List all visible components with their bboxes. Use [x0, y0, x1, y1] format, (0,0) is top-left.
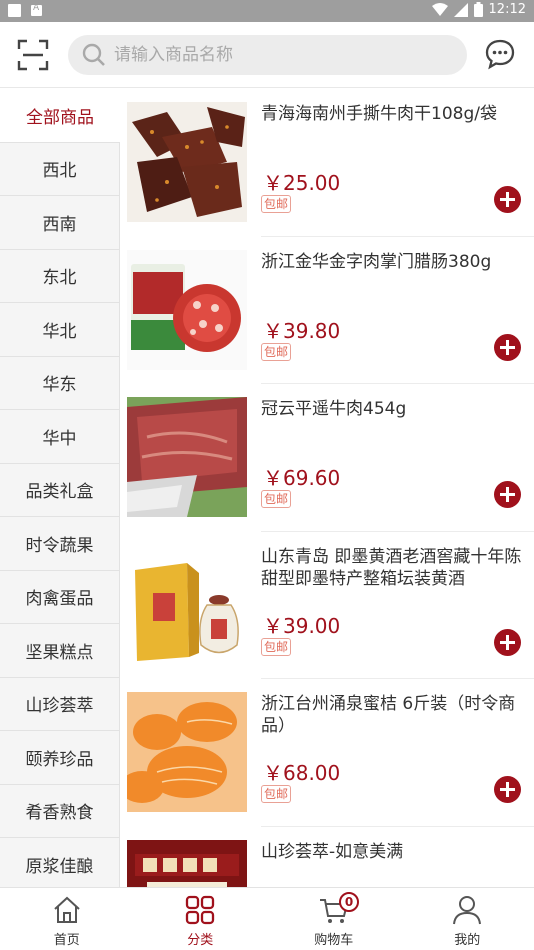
tab-profile[interactable]: 我的 [401, 888, 534, 950]
sidebar-item-mountain-delicacy[interactable]: 山珍荟萃 [0, 677, 120, 731]
add-to-cart-button[interactable] [494, 186, 521, 213]
product-price: ￥69.60 [263, 466, 341, 490]
product-name: 山珍荟萃-如意美满 [261, 841, 404, 862]
user-icon [453, 896, 482, 925]
tab-label: 首页 [53, 933, 80, 948]
signal-icon [453, 2, 468, 17]
search-icon [82, 43, 105, 66]
category-sidebar: 全部商品 西北 西南 东北 华北 华东 华中 品类礼盒 时令蔬果 肉禽蛋品 坚果… [0, 89, 120, 887]
tab-label: 购物车 [314, 933, 354, 948]
product-item[interactable]: 浙江台州涌泉蜜桔 6斤装（时令商品） ￥68.00 包邮 [120, 679, 534, 827]
sidebar-item-northeast[interactable]: 东北 [0, 249, 120, 303]
search-bar[interactable] [68, 35, 467, 75]
product-image-gift-set [127, 839, 247, 887]
category-icon [186, 895, 215, 925]
clock: 12:12 [488, 2, 526, 17]
product-list: 青海海南州手撕牛肉干108g/袋 ￥25.00 包邮 浙江金华金字肉掌门腊肠38… [120, 89, 534, 887]
sidebar-item-wellness[interactable]: 颐养珍品 [0, 731, 120, 785]
product-image-pingyao-beef [127, 397, 247, 517]
add-to-cart-button[interactable] [494, 333, 521, 361]
free-shipping-badge: 包邮 [261, 490, 292, 508]
product-name: 浙江台州涌泉蜜桔 6斤装（时令商品） [261, 694, 516, 736]
app-notification-icon [31, 3, 42, 16]
sidebar-item-northwest[interactable]: 西北 [0, 142, 120, 196]
product-price: ￥39.80 [263, 318, 341, 343]
bottom-tab-bar: 首页 分类 购物车 0 我的 [0, 887, 534, 950]
tab-label: 我的 [454, 933, 481, 948]
product-image-beef-jerky [127, 102, 247, 222]
tab-cart[interactable]: 购物车 0 [267, 888, 401, 950]
scan-icon[interactable] [16, 38, 50, 72]
sidebar-item-meat-egg[interactable]: 肉禽蛋品 [0, 570, 120, 624]
product-price: ￥25.00 [263, 171, 341, 195]
header [0, 22, 534, 88]
free-shipping-badge: 包邮 [261, 342, 292, 361]
free-shipping-badge: 包邮 [261, 785, 292, 803]
sidebar-item-nuts-pastry[interactable]: 坚果糕点 [0, 624, 120, 678]
add-to-cart-button[interactable] [494, 628, 521, 656]
status-bar: 12:12 [0, 0, 534, 22]
product-name: 浙江金华金字肉掌门腊肠380g [261, 251, 492, 272]
product-item[interactable]: 山东青岛 即墨黄酒老酒窖藏十年陈甜型即墨特产整箱坛装黄酒 ￥39.00 包邮 [120, 532, 534, 679]
product-image-yellow-wine [127, 544, 247, 665]
home-icon [54, 896, 80, 923]
tab-label: 分类 [187, 933, 214, 948]
add-to-cart-button[interactable] [494, 776, 521, 803]
add-to-cart-button[interactable] [494, 481, 521, 508]
sidebar-item-east[interactable]: 华东 [0, 356, 120, 410]
sidebar-item-north[interactable]: 华北 [0, 303, 120, 357]
product-name: 青海海南州手撕牛肉干108g/袋 [261, 104, 497, 124]
sidebar-item-central[interactable]: 华中 [0, 410, 120, 464]
sidebar-item-southwest[interactable]: 西南 [0, 196, 120, 250]
sidebar-item-gift-box[interactable]: 品类礼盒 [0, 463, 120, 517]
product-item[interactable]: 青海海南州手撕牛肉干108g/袋 ￥25.00 包邮 [120, 89, 534, 237]
product-price: ￥68.00 [263, 761, 341, 785]
product-item[interactable]: 冠云平遥牛肉454g ￥69.60 包邮 [120, 384, 534, 532]
product-image-tangerine [127, 692, 247, 812]
product-item[interactable]: 浙江金华金字肉掌门腊肠380g ￥39.80 包邮 [120, 237, 534, 384]
product-name: 山东青岛 即墨黄酒老酒窖藏十年陈甜型即墨特产整箱坛装黄酒 [261, 546, 522, 589]
message-icon[interactable] [484, 38, 516, 70]
product-image-sausage [127, 249, 247, 370]
tab-category[interactable]: 分类 [134, 888, 268, 950]
product-name: 冠云平遥牛肉454g [261, 399, 407, 419]
product-item[interactable]: 山珍荟萃-如意美满 [120, 827, 534, 887]
wifi-icon [431, 2, 448, 16]
product-price: ￥39.00 [263, 613, 341, 638]
battery-icon [473, 2, 483, 17]
search-input[interactable] [114, 45, 444, 65]
tab-home[interactable]: 首页 [0, 888, 134, 950]
sidebar-item-all[interactable]: 全部商品 [0, 89, 120, 143]
sidebar-item-wine[interactable]: 原浆佳酿 [0, 838, 120, 887]
cart-count-badge: 0 [339, 892, 359, 912]
free-shipping-badge: 包邮 [261, 637, 292, 656]
app-screen: 12:12 全部商品 西北 西南 东北 华北 华东 华中 [0, 0, 534, 950]
sidebar-item-deli[interactable]: 肴香熟食 [0, 784, 120, 838]
free-shipping-badge: 包邮 [261, 195, 292, 213]
notification-icon [8, 4, 21, 17]
sidebar-item-fruit-veg[interactable]: 时令蔬果 [0, 517, 120, 571]
